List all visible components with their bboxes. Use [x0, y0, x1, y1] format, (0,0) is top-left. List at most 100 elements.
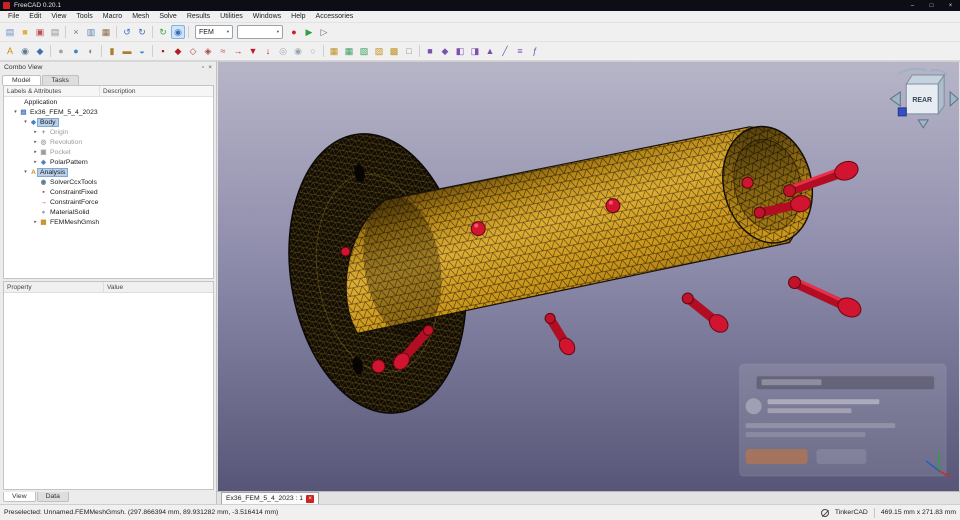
cut-icon[interactable]: × — [69, 25, 83, 39]
fem-analysis-icon[interactable]: A — [3, 44, 17, 58]
fem-mesh-group-icon[interactable]: ▩ — [387, 44, 401, 58]
fem-constraint-pulley-icon[interactable]: ○ — [306, 44, 320, 58]
tab-data[interactable]: Data — [36, 492, 69, 502]
tree-expander-icon[interactable]: ▸ — [32, 219, 39, 225]
tab-tasks[interactable]: Tasks — [41, 75, 79, 85]
menu-item[interactable]: File — [3, 13, 24, 20]
file-new-icon[interactable]: ▤ — [3, 25, 17, 39]
tree-item[interactable]: ▸ ▦ FEMMeshGmsh — [4, 217, 213, 227]
close-button[interactable]: × — [941, 0, 960, 11]
pocket-icon: ▣ — [40, 149, 47, 156]
fem-constraint-spring-icon[interactable]: ≈ — [216, 44, 230, 58]
tab-view[interactable]: View — [3, 492, 36, 502]
navigation-style-icon[interactable] — [820, 508, 829, 517]
menu-item[interactable]: Solve — [154, 13, 182, 20]
menu-item[interactable]: Tools — [71, 13, 97, 20]
tree-item[interactable]: ▾ A Analysis — [4, 167, 213, 177]
fem-post-clip-icon[interactable]: ◧ — [453, 44, 467, 58]
navigation-style-label[interactable]: TinkerCAD — [835, 509, 868, 516]
tree-expander-icon[interactable]: ▸ — [32, 139, 39, 145]
macro-debug-icon[interactable]: ▷ — [317, 25, 331, 39]
tree-expander-icon[interactable]: ▾ — [22, 119, 29, 125]
paste-icon[interactable]: ▦ — [99, 25, 113, 39]
fem-solver-ccxtools-icon[interactable]: ◉ — [18, 44, 32, 58]
menu-item[interactable]: Macro — [98, 13, 127, 20]
fem-mesh-boundary-layer-icon[interactable]: ▧ — [357, 44, 371, 58]
fem-post-cut-function-icon[interactable]: ▲ — [483, 44, 497, 58]
tree-item[interactable]: ▸ + Origin — [4, 127, 213, 137]
fem-constraint-gear-icon[interactable]: ◉ — [291, 44, 305, 58]
fem-constraint-self-weight-icon[interactable]: ↓ — [261, 44, 275, 58]
tree-item[interactable]: ◉ SolverCcxTools — [4, 177, 213, 187]
menu-item[interactable]: Windows — [248, 13, 286, 20]
tree-item[interactable]: ▸ ◈ PolarPattern — [4, 157, 213, 167]
file-open-icon[interactable]: ■ — [18, 25, 32, 39]
refresh-icon[interactable]: ↻ — [156, 25, 170, 39]
tree-expander-icon[interactable]: ▸ — [32, 159, 39, 165]
tree-item[interactable]: ▾ ▤ Ex36_FEM_5_4_2023 — [4, 107, 213, 117]
menu-item[interactable]: View — [46, 13, 71, 20]
fem-mesh-region-icon[interactable]: ▨ — [372, 44, 386, 58]
tree-item[interactable]: ▸ ▣ Pocket — [4, 147, 213, 157]
workbench-selector[interactable]: FEM ▾ — [195, 25, 233, 39]
float-panel-icon[interactable]: ▫ — [202, 64, 204, 71]
tree-item[interactable]: ▪ ConstraintFixed — [4, 187, 213, 197]
document-tab[interactable]: Ex36_FEM_5_4_2023 : 1 × — [221, 492, 320, 504]
fem-post-data-along-line-icon[interactable]: ╱ — [498, 44, 512, 58]
menu-item[interactable]: Results — [182, 13, 215, 20]
redo-icon[interactable]: ↻ — [135, 25, 149, 39]
close-document-icon[interactable]: × — [306, 494, 315, 503]
minimize-button[interactable]: – — [903, 0, 922, 11]
fem-material-fluid-icon[interactable]: ● — [69, 44, 83, 58]
combo-view-panel: Combo View ▫ × Model Tasks Labels & Attr… — [0, 61, 217, 504]
fem-beam-section-icon[interactable]: ▮ — [105, 44, 119, 58]
fem-post-filter-functions-icon[interactable]: ƒ — [528, 44, 542, 58]
fem-constraint-tie-icon[interactable]: ◈ — [201, 44, 215, 58]
fem-shell-thickness-icon[interactable]: ▬ — [120, 44, 134, 58]
macro-play-icon[interactable]: ▶ — [302, 25, 316, 39]
menu-item[interactable]: Edit — [24, 13, 46, 20]
tree-expander-icon[interactable]: ▾ — [22, 169, 29, 175]
fem-constraint-bearing-icon[interactable]: ◎ — [276, 44, 290, 58]
fem-mesh-clear-icon[interactable]: □ — [402, 44, 416, 58]
menu-item[interactable]: Help — [286, 13, 310, 20]
3d-viewport[interactable]: REAR — [217, 61, 960, 491]
fem-solver-elmer-icon[interactable]: ◆ — [33, 44, 47, 58]
tree-item[interactable]: ▸ ◎ Revolution — [4, 137, 213, 147]
macro-record-icon[interactable]: ● — [287, 25, 301, 39]
macro-selector[interactable]: ▾ — [237, 25, 283, 39]
box-zoom-icon[interactable]: ◉ — [171, 25, 185, 39]
fem-post-linearized-stress-icon[interactable]: ≡ — [513, 44, 527, 58]
fem-material-solid-icon[interactable]: ● — [54, 44, 68, 58]
menu-item[interactable]: Accessories — [311, 13, 359, 20]
fem-constraint-contact-icon[interactable]: ◇ — [186, 44, 200, 58]
tab-model[interactable]: Model — [2, 75, 41, 85]
fem-fluid-section-icon[interactable]: ◒ — [135, 44, 149, 58]
fem-mesh-gmsh-icon[interactable]: ▦ — [327, 44, 341, 58]
fem-post-warp-icon[interactable]: ◆ — [438, 44, 452, 58]
fem-mesh-netgen-icon[interactable]: ▦ — [342, 44, 356, 58]
tree-expander-icon[interactable]: ▸ — [32, 129, 39, 135]
tree-expander-icon[interactable]: ▾ — [12, 109, 19, 115]
tree-item[interactable]: ● MaterialSolid — [4, 207, 213, 217]
copy-icon[interactable]: ▥ — [84, 25, 98, 39]
file-save-icon[interactable]: ▣ — [33, 25, 47, 39]
undo-icon[interactable]: ↺ — [120, 25, 134, 39]
fem-constraint-displacement-icon[interactable]: ◆ — [171, 44, 185, 58]
print-icon[interactable]: ▤ — [48, 25, 62, 39]
tree-item[interactable]: ▾ ◆ Body — [4, 117, 213, 127]
fem-constraint-fixed-icon[interactable]: ▪ — [156, 44, 170, 58]
fem-material-editor-icon[interactable]: ◐ — [84, 44, 98, 58]
tree-item[interactable]: Application — [4, 97, 213, 107]
fem-post-pipeline-icon[interactable]: ■ — [423, 44, 437, 58]
menu-item[interactable]: Mesh — [127, 13, 154, 20]
fem-constraint-force-icon[interactable]: → — [231, 44, 245, 58]
fem-constraint-pressure-icon[interactable]: ▼ — [246, 44, 260, 58]
tree-expander-icon[interactable]: ▸ — [32, 149, 39, 155]
close-panel-icon[interactable]: × — [208, 64, 212, 71]
toolbar-separator — [419, 45, 420, 57]
maximize-button[interactable]: □ — [922, 0, 941, 11]
menu-item[interactable]: Utilities — [215, 13, 248, 20]
fem-post-scalar-clip-icon[interactable]: ◨ — [468, 44, 482, 58]
tree-item[interactable]: → ConstraintForce — [4, 197, 213, 207]
